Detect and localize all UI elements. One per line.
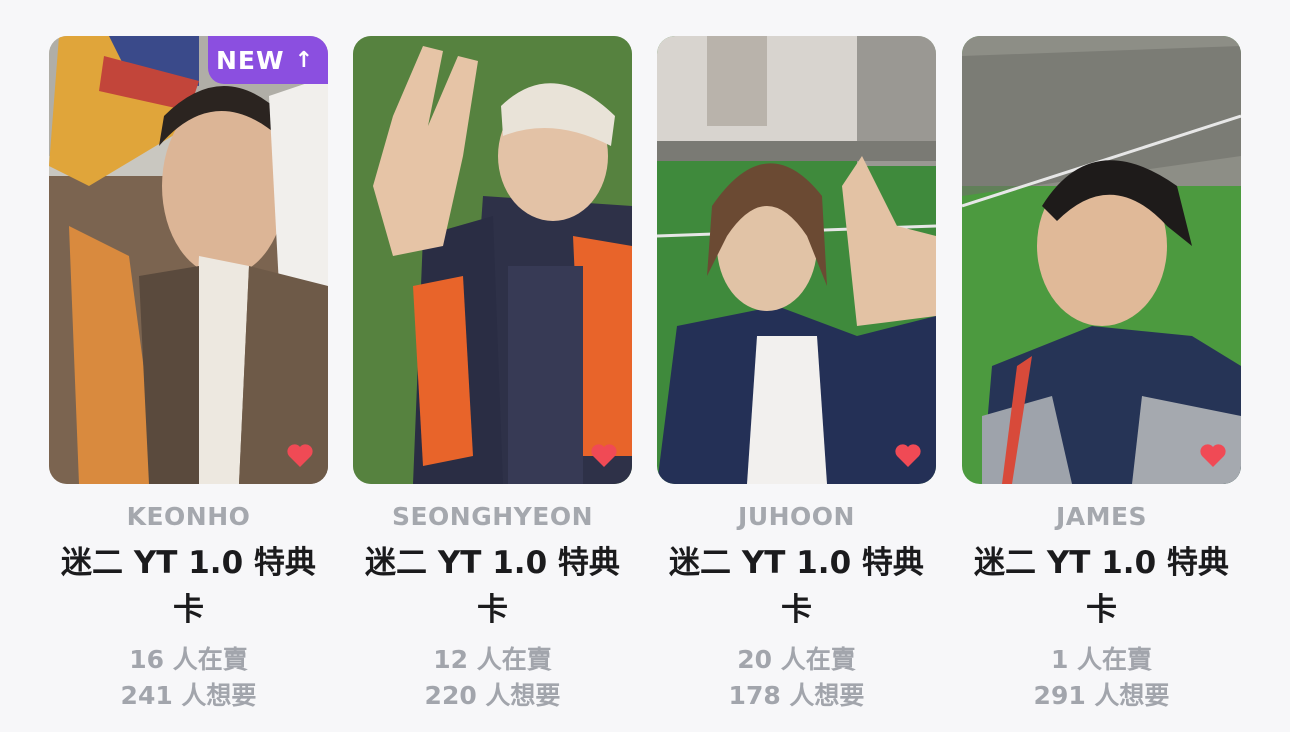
card-title[interactable]: 迷二 YT 1.0 特典卡 (49, 540, 328, 634)
photo-juhoon (657, 36, 936, 484)
photocard-item[interactable]: JAMES 迷二 YT 1.0 特典卡 1 人在賣 291 人想要 (962, 36, 1241, 714)
photocard-image[interactable]: NEW ↑ (49, 36, 328, 484)
new-badge: NEW ↑ (207, 36, 328, 84)
member-name: JUHOON (738, 502, 855, 531)
heart-icon[interactable] (286, 442, 314, 468)
wanting-count: 291 人想要 (1033, 681, 1170, 710)
member-name: KEONHO (126, 502, 251, 531)
member-name: SEONGHYEON (391, 502, 594, 531)
wanting-count: 178 人想要 (728, 681, 865, 710)
new-badge-label: NEW (215, 45, 285, 75)
photocard-item[interactable]: NEW ↑ KEONHO 迷二 YT 1.0 特典卡 16 人在賣 241 人想… (49, 36, 328, 714)
heart-icon[interactable] (894, 442, 922, 468)
wanting-count: 241 人想要 (120, 681, 257, 710)
selling-count: 16 人在賣 (129, 645, 248, 674)
card-title[interactable]: 迷二 YT 1.0 特典卡 (962, 540, 1241, 634)
photocard-image[interactable] (353, 36, 632, 484)
heart-icon[interactable] (590, 442, 618, 468)
card-title[interactable]: 迷二 YT 1.0 特典卡 (657, 540, 936, 634)
heart-icon[interactable] (1199, 442, 1227, 468)
selling-count: 1 人在賣 (1050, 645, 1153, 674)
photocard-image[interactable] (962, 36, 1241, 484)
photocard-item[interactable]: SEONGHYEON 迷二 YT 1.0 特典卡 12 人在賣 220 人想要 (353, 36, 632, 714)
card-stats: 20 人在賣 178 人想要 (729, 642, 865, 714)
photocard-image[interactable] (657, 36, 936, 484)
arrow-up-icon: ↑ (294, 47, 314, 73)
card-stats: 12 人在賣 220 人想要 (425, 642, 561, 714)
card-stats: 1 人在賣 291 人想要 (1034, 642, 1170, 714)
card-title[interactable]: 迷二 YT 1.0 特典卡 (353, 540, 632, 634)
photocard-grid: NEW ↑ KEONHO 迷二 YT 1.0 特典卡 16 人在賣 241 人想… (0, 0, 1290, 732)
selling-count: 20 人在賣 (737, 645, 856, 674)
selling-count: 12 人在賣 (433, 645, 552, 674)
member-name: JAMES (1055, 502, 1148, 531)
photo-james (962, 36, 1241, 484)
wanting-count: 220 人想要 (424, 681, 561, 710)
photo-keonho (49, 36, 328, 484)
photo-seonghyeon (353, 36, 632, 484)
photocard-item[interactable]: JUHOON 迷二 YT 1.0 特典卡 20 人在賣 178 人想要 (657, 36, 936, 714)
card-stats: 16 人在賣 241 人想要 (121, 642, 257, 714)
